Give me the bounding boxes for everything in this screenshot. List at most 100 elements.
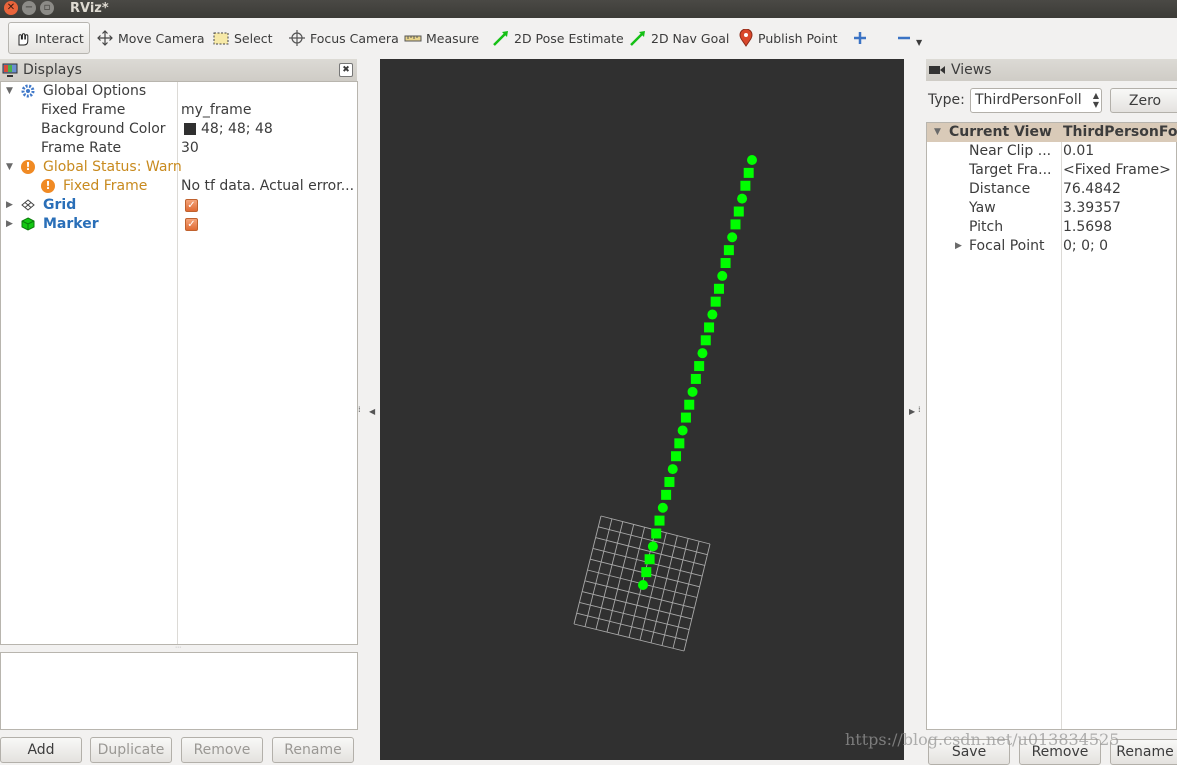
marker-display-label: Marker — [43, 216, 99, 232]
grid-display-row[interactable]: ▶ Grid ✓ — [1, 196, 357, 215]
path-marker — [694, 361, 705, 372]
close-panel-icon[interactable]: ✖ — [339, 63, 353, 77]
path-marker — [740, 180, 751, 191]
rename-display-button[interactable]: Rename — [272, 737, 354, 763]
global-options-row[interactable]: ▼ Global Options — [1, 82, 357, 101]
toolbar: Interact Move Camera Select Focus Camera… — [0, 18, 1177, 58]
focal-point-value[interactable]: 0; 0; 0 — [1063, 237, 1108, 256]
background-color-label: Background Color — [41, 121, 166, 137]
target-frame-label: Target Fra... — [969, 162, 1052, 178]
near-clip-label: Near Clip ... — [969, 143, 1052, 159]
fixed-frame-value[interactable]: my_frame — [181, 101, 251, 120]
green-arrow-icon — [493, 31, 508, 46]
add-tool-button[interactable] — [848, 22, 872, 54]
focus-camera-tool-label: Focus Camera — [310, 30, 399, 46]
focus-camera-tool-button[interactable]: Focus Camera — [284, 22, 403, 54]
resize-handle[interactable]: ⋯ — [170, 645, 186, 651]
pitch-row[interactable]: Pitch 1.5698 — [927, 218, 1177, 237]
global-status-label: Global Status: Warn — [43, 159, 182, 175]
distance-row[interactable]: Distance 76.4842 — [927, 180, 1177, 199]
path-marker — [651, 528, 662, 539]
nav-goal-tool-button[interactable]: 2D Nav Goal — [625, 22, 733, 54]
dropdown-arrow-icon[interactable]: ▼ — [916, 38, 922, 47]
pose-estimate-tool-button[interactable]: 2D Pose Estimate — [488, 22, 628, 54]
display-description-box — [0, 652, 358, 730]
close-window-icon[interactable]: ✕ — [4, 1, 18, 15]
collapse-left-arrow-icon[interactable]: ◀ — [369, 407, 375, 416]
path-marker — [743, 167, 754, 178]
path-marker — [713, 283, 724, 294]
add-display-button[interactable]: Add — [0, 737, 82, 763]
global-status-row[interactable]: ▼ ! Global Status: Warn — [1, 158, 357, 177]
collapse-right-arrow-icon[interactable]: ▶ — [909, 407, 915, 416]
grid-line — [573, 623, 685, 652]
frame-rate-value[interactable]: 30 — [181, 139, 199, 158]
status-fixed-frame-value: No tf data. Actual error... — [181, 178, 355, 194]
move-camera-tool-button[interactable]: Move Camera — [92, 22, 209, 54]
global-options-label: Global Options — [43, 83, 147, 99]
yaw-row[interactable]: Yaw 3.39357 — [927, 199, 1177, 218]
fixed-frame-row[interactable]: Fixed Frame my_frame — [1, 101, 357, 120]
background-color-row[interactable]: Background Color 48; 48; 48 — [1, 120, 357, 139]
expand-caret-icon[interactable]: ▼ — [934, 123, 941, 142]
path-marker — [680, 412, 691, 423]
focus-crosshair-icon — [289, 30, 305, 46]
collapse-caret-icon[interactable]: ▶ — [6, 196, 13, 215]
path-marker — [654, 515, 665, 526]
status-fixed-frame-label: Fixed Frame — [63, 178, 148, 194]
marker-path — [638, 155, 757, 590]
distance-value[interactable]: 76.4842 — [1063, 180, 1121, 199]
grid-line — [661, 538, 689, 646]
yaw-value[interactable]: 3.39357 — [1063, 199, 1121, 218]
nav-goal-tool-label: 2D Nav Goal — [651, 30, 730, 46]
measure-tool-button[interactable]: Measure — [400, 22, 483, 54]
render-viewport[interactable] — [380, 59, 904, 760]
maximize-window-icon[interactable]: ▫ — [40, 1, 54, 15]
target-frame-value[interactable]: <Fixed Frame> — [1063, 161, 1171, 180]
grid-enabled-checkbox[interactable]: ✓ — [185, 199, 198, 212]
pitch-value[interactable]: 1.5698 — [1063, 218, 1112, 237]
frame-rate-row[interactable]: Frame Rate 30 — [1, 139, 357, 158]
near-clip-value[interactable]: 0.01 — [1063, 142, 1094, 161]
displays-tree: ▼ Global Options Fixed Frame my_frame Ba… — [0, 81, 358, 645]
distance-label: Distance — [969, 181, 1031, 197]
focal-point-row[interactable]: ▶ Focal Point 0; 0; 0 — [927, 237, 1177, 256]
right-splitter-handle[interactable]: ⁞ — [918, 405, 921, 414]
remove-display-button[interactable]: Remove — [181, 737, 263, 763]
color-swatch[interactable] — [184, 123, 196, 135]
select-tool-button[interactable]: Select — [208, 22, 277, 54]
minimize-window-icon[interactable]: − — [22, 1, 36, 15]
target-frame-row[interactable]: Target Fra... <Fixed Frame> — [927, 161, 1177, 180]
duplicate-display-button[interactable]: Duplicate — [90, 737, 172, 763]
path-marker — [747, 155, 757, 165]
interact-tool-button[interactable]: Interact — [8, 22, 90, 54]
watermark-text: https://blog.csdn.net/u013834525 — [845, 730, 1120, 749]
minus-icon — [898, 36, 910, 40]
collapse-caret-icon[interactable]: ▶ — [6, 215, 13, 234]
zero-view-button[interactable]: Zero — [1110, 88, 1177, 113]
marker-display-row[interactable]: ▶ Marker ✓ — [1, 215, 357, 234]
monitor-icon — [2, 63, 18, 77]
view-type-label: Type: — [928, 92, 965, 108]
rename-view-button[interactable]: Rename — [1110, 739, 1177, 765]
marker-enabled-checkbox[interactable]: ✓ — [185, 218, 198, 231]
expand-caret-icon[interactable]: ▼ — [6, 82, 13, 101]
near-clip-row[interactable]: Near Clip ... 0.01 — [927, 142, 1177, 161]
status-fixed-frame-row[interactable]: ! Fixed Frame No tf data. Actual error..… — [1, 177, 357, 196]
collapse-caret-icon[interactable]: ▶ — [955, 237, 962, 256]
left-splitter-handle[interactable]: ⁞ — [358, 405, 361, 414]
current-view-type: ThirdPersonFoll... — [1063, 124, 1177, 140]
remove-tool-button[interactable]: ▼ — [892, 22, 926, 54]
background-color-value[interactable]: 48; 48; 48 — [201, 120, 273, 139]
expand-caret-icon[interactable]: ▼ — [6, 158, 13, 177]
publish-point-tool-button[interactable]: Publish Point — [734, 22, 842, 54]
gear-icon — [21, 84, 35, 98]
path-marker — [730, 219, 741, 230]
current-view-row[interactable]: ▼ Current View ThirdPersonFoll... — [927, 123, 1177, 142]
grid-line — [581, 591, 692, 620]
path-marker — [687, 386, 698, 397]
path-marker — [727, 232, 738, 243]
path-marker — [677, 425, 688, 436]
view-type-select[interactable]: ThirdPersonFoll ▲ ▼ — [970, 88, 1102, 113]
pitch-label: Pitch — [969, 219, 1004, 235]
